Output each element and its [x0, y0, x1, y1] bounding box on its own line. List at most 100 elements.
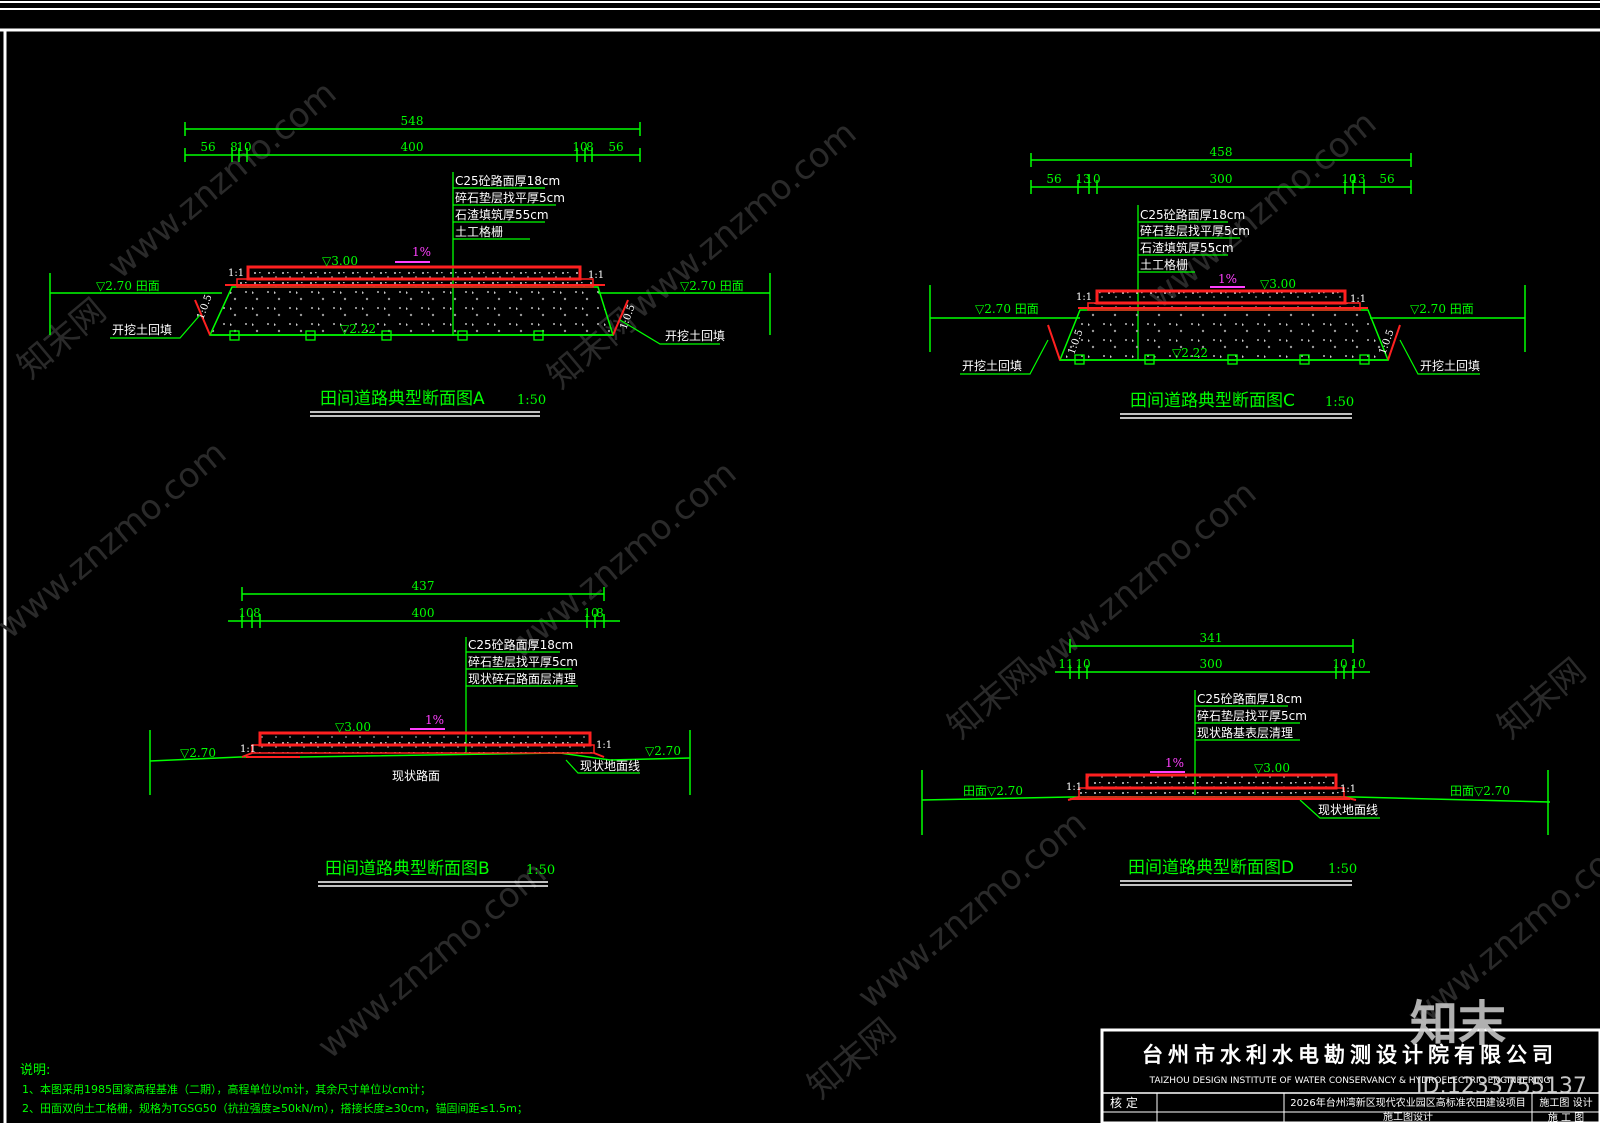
section-scale: 1:50 — [1325, 395, 1354, 410]
watermark-brand: 知末网 — [1490, 651, 1594, 747]
elevation-right: ▽2.70 — [645, 744, 681, 758]
elevation-left: 田面▽2.70 — [963, 784, 1023, 798]
watermark-text: www.znzmo.com — [850, 803, 1094, 1017]
dimension-part: 10 — [1085, 172, 1100, 186]
section-scale: 1:50 — [1328, 862, 1357, 877]
layer-label: 碎石垫层找平厚5cm — [455, 190, 565, 205]
dimension-total: 548 — [401, 114, 424, 128]
section-scale: 1:50 — [517, 393, 546, 408]
dimension-part: 300 — [1200, 657, 1223, 671]
layer-label: 现状路基表层清理 — [1197, 725, 1293, 740]
slope-label: 1:1 — [1076, 292, 1092, 303]
note-label: 开挖土回填 — [665, 328, 725, 343]
elevation-left: ▽2.70 — [180, 746, 216, 760]
layer-label: 碎石垫层找平厚5cm — [1197, 708, 1307, 723]
dimension-part: 10 — [236, 140, 251, 154]
dimension-total: 458 — [1210, 145, 1233, 159]
layer-label: C25砼路面厚18cm — [1140, 207, 1245, 222]
layer-label: 土工格栅 — [455, 224, 503, 239]
note-label: 现状地面线 — [1318, 803, 1378, 817]
layer-label: 石渣填筑厚55cm — [1140, 240, 1234, 255]
slope-label: 1:1 — [596, 740, 612, 751]
notes-line: 2、田面双向土工格栅，规格为TGSG50（抗拉强度≥50kN/m），搭接长度≥3… — [22, 1101, 528, 1115]
dimension-part: 10 — [1075, 657, 1090, 671]
dimension-part: 10 — [1332, 657, 1347, 671]
section-title: 田间道路典型断面图C — [1130, 391, 1295, 411]
layer-label: 现状碎石路面层清理 — [468, 671, 576, 686]
dimension-total: 437 — [412, 579, 435, 593]
title-block-cell: 施 工 图 — [1548, 1111, 1584, 1123]
crossfall-label: 1% — [1218, 272, 1237, 286]
note-label: 开挖土回填 — [962, 358, 1022, 373]
dimension-part: 10 — [238, 606, 253, 620]
dimension-part: 400 — [412, 606, 435, 620]
elevation-top: ▽3.00 — [1254, 761, 1290, 775]
dimension-part: 56 — [1046, 172, 1061, 186]
layer-label: 土工格栅 — [1140, 257, 1188, 272]
section-c: 458 56 13 10 300 10 13 56 C25砼路面厚18cm 碎石… — [929, 145, 1526, 419]
note-label: 开挖土回填 — [1420, 358, 1480, 373]
slope-label: 1:1 — [1340, 784, 1356, 795]
layer-label: C25砼路面厚18cm — [468, 637, 573, 652]
dimension-part: 13 — [1350, 172, 1365, 186]
dimension-total: 341 — [1200, 631, 1223, 645]
elevation-bottom: ▽2.22 — [1172, 346, 1208, 360]
watermark-layer: www.znzmo.com www.znzmo.com www.znzmo.co… — [0, 73, 1600, 1107]
section-title: 田间道路典型断面图A — [320, 389, 485, 409]
note-label: 开挖土回填 — [112, 322, 172, 337]
dimension-part: 56 — [1379, 172, 1394, 186]
dimension-part: 56 — [200, 140, 215, 154]
dimension-part: 8 — [586, 140, 594, 154]
cad-drawing-canvas: www.znzmo.com www.znzmo.com www.znzmo.co… — [0, 1, 1600, 1123]
section-title: 田间道路典型断面图D — [1128, 858, 1294, 878]
watermark-id: ID:1233755137 — [1416, 1074, 1587, 1099]
watermark-logo-text: 知末 — [1410, 996, 1506, 1052]
title-block-cell: 核 定 — [1110, 1095, 1138, 1110]
dimension-part: 56 — [608, 140, 623, 154]
layer-label: 碎石垫层找平厚5cm — [1140, 223, 1250, 238]
watermark-brand: 知末网 — [940, 651, 1044, 747]
pavement-slab — [1085, 773, 1338, 790]
embankment-fill — [208, 286, 615, 336]
notes-heading: 说明: — [20, 1063, 50, 1078]
watermark-brand: 知末网 — [10, 291, 114, 387]
note-label: 现状路面 — [392, 768, 440, 783]
watermark-text: www.znzmo.com — [500, 453, 744, 667]
section-b: 437 10 8 400 10 8 C25砼路面厚18cm 碎石垫层找平厚5cm… — [149, 579, 691, 887]
watermark-text: www.znzmo.com — [310, 853, 554, 1067]
elevation-right: ▽2.70 田面 — [1410, 302, 1474, 316]
dimension-part: 8 — [253, 606, 261, 620]
watermark-text: www.znzmo.com — [100, 73, 344, 287]
elevation-right: 田面▽2.70 — [1450, 784, 1510, 798]
dimension-part: 10 — [1350, 657, 1365, 671]
watermark-text: www.znzmo.com — [1020, 473, 1264, 687]
layer-label: 碎石垫层找平厚5cm — [468, 654, 578, 669]
crossfall-label: 1% — [425, 713, 444, 727]
watermark-text: www.znzmo.com — [620, 113, 864, 327]
dimension-part: 400 — [401, 140, 424, 154]
section-title: 田间道路典型断面图B — [325, 859, 490, 879]
notes-line: 1、本图采用1985国家高程基准（二期），高程单位以m计，其余尺寸单位以cm计； — [22, 1082, 431, 1096]
layer-label: C25砼路面厚18cm — [1197, 691, 1302, 706]
elevation-left: ▽2.70 田面 — [96, 279, 160, 293]
elevation-bottom: ▽2.22 — [340, 322, 376, 336]
dimension-part: 300 — [1210, 172, 1233, 186]
elevation-top: ▽3.00 — [322, 254, 358, 268]
slope-label: 1:1 — [588, 270, 604, 281]
slope-label: 1:1 — [240, 744, 256, 755]
dimension-part: 11 — [1058, 657, 1073, 671]
watermark-text: www.znzmo.com — [0, 433, 234, 647]
pavement-slab — [258, 731, 592, 747]
project-name-line2: 施工图设计 — [1383, 1110, 1433, 1123]
section-scale: 1:50 — [526, 863, 555, 878]
dimension-part: 8 — [596, 606, 604, 620]
elevation-top: ▽3.00 — [1260, 277, 1296, 291]
slope-label: 1:1 — [228, 268, 244, 279]
elevation-right: ▽2.70 田面 — [680, 279, 744, 293]
crossfall-label: 1% — [412, 245, 431, 259]
layer-label: 石渣填筑厚55cm — [455, 207, 549, 222]
pavement-slab — [1095, 289, 1347, 305]
slope-label: 1:1 — [1066, 782, 1082, 793]
note-label: 现状地面线 — [580, 759, 640, 773]
crossfall-label: 1% — [1165, 756, 1184, 770]
